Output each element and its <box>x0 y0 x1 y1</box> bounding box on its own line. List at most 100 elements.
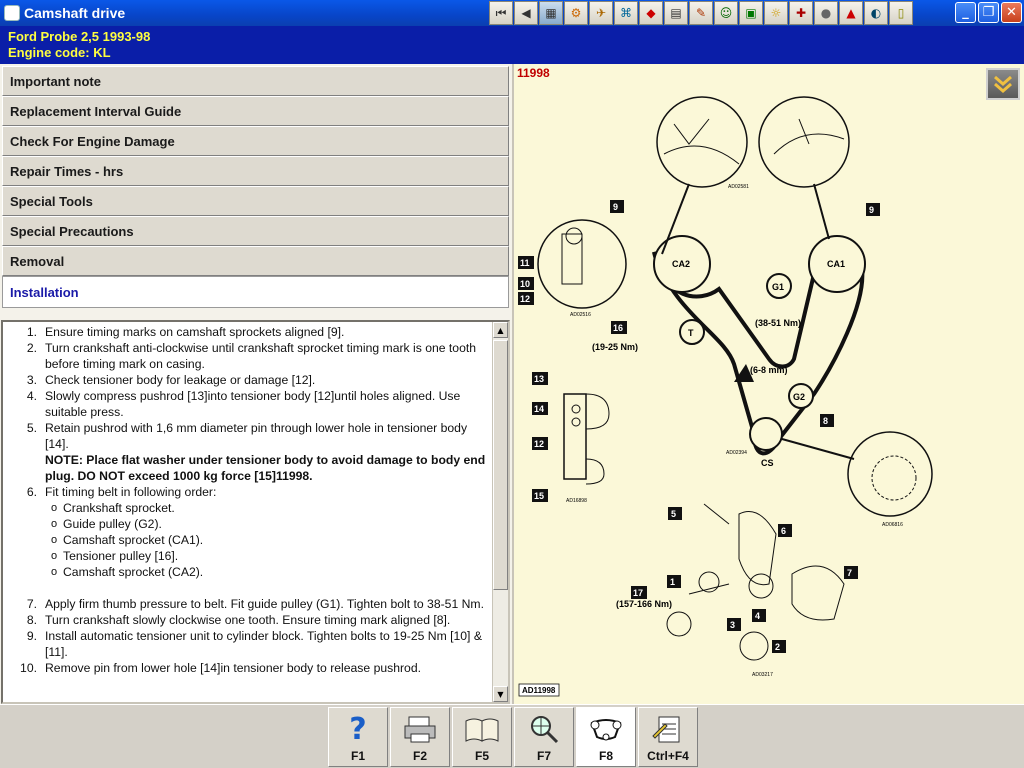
left-pane: Important note Replacement Interval Guid… <box>0 64 512 704</box>
step-number: 5. <box>26 421 37 435</box>
nav-repair-times[interactable]: Repair Times - hrs <box>2 156 509 186</box>
svg-text:3: 3 <box>730 620 735 630</box>
sprocket-label-ca1: CA1 <box>827 259 845 269</box>
ref-label: AD02581 <box>728 184 749 190</box>
magnifier-icon <box>524 711 564 747</box>
step-item: 6. Fit timing belt in following order: <box>3 484 491 500</box>
callout-8: 8 <box>820 414 834 427</box>
callout-2: 2 <box>772 640 786 653</box>
pulley-label-g2: G2 <box>793 392 805 402</box>
diagram-footer-id: AD11998 <box>522 686 556 695</box>
nav-installation[interactable]: Installation <box>2 276 509 308</box>
callout-7: 7 <box>844 566 858 579</box>
ref-label: AD06816 <box>882 522 903 528</box>
instructions-panel: 1. Ensure timing marks on camshaft sprock… <box>1 320 510 704</box>
notes-button[interactable]: Ctrl+F4 <box>638 707 698 767</box>
notepad-icon <box>648 711 688 747</box>
print-button[interactable]: F2 <box>390 707 450 767</box>
tools-icon[interactable]: ✈ <box>589 1 613 25</box>
step-number: 4. <box>26 389 37 403</box>
app-icon <box>4 5 20 21</box>
callout-6: 6 <box>778 524 792 537</box>
ref-label: AD16898 <box>566 498 587 504</box>
nav-check-engine-damage[interactable]: Check For Engine Damage <box>2 126 509 156</box>
lamp-icon[interactable]: ☼ <box>764 1 788 25</box>
nav-removal[interactable]: Removal <box>2 246 509 276</box>
nav-special-tools[interactable]: Special Tools <box>2 186 509 216</box>
chevron-down-icon <box>994 75 1012 93</box>
help-icon: ? <box>349 711 367 747</box>
step-text: Retain pushrod with 1,6 mm diameter pin … <box>45 421 468 451</box>
network-icon[interactable]: ▣ <box>739 1 763 25</box>
svg-text:14: 14 <box>534 404 544 414</box>
svg-text:13: 13 <box>534 374 544 384</box>
nav-special-precautions[interactable]: Special Precautions <box>2 216 509 246</box>
sprocket-label-ca2: CA2 <box>672 259 690 269</box>
callout-11: 11 <box>518 256 534 269</box>
sub-bullet: o Tensioner pulley [16]. <box>3 548 491 564</box>
callout-1: 1 <box>667 575 681 588</box>
close-button[interactable]: ✕ <box>1001 2 1022 23</box>
previous-icon[interactable]: ◀ <box>514 1 538 25</box>
wrench-icon[interactable]: ● <box>814 1 838 25</box>
book-icon <box>462 711 502 747</box>
svg-text:5: 5 <box>671 509 676 519</box>
diagram-id: 11998 <box>517 66 550 80</box>
step-item: 5. Retain pushrod with 1,6 mm diameter pi… <box>3 420 491 484</box>
svg-text:12: 12 <box>534 439 544 449</box>
diagram-icon[interactable]: ▦ <box>539 1 563 25</box>
pen-icon[interactable]: ✎ <box>689 1 713 25</box>
callout-10: 10 <box>518 277 534 290</box>
callout-9a: 9 <box>610 200 624 213</box>
collapse-button[interactable] <box>986 68 1020 100</box>
svg-text:9: 9 <box>613 202 618 212</box>
gap-label-g2: (6-8 mm) <box>750 365 788 375</box>
help-button[interactable]: ? F1 <box>328 707 388 767</box>
minimize-button[interactable]: _ <box>955 2 976 23</box>
callout-9b: 9 <box>866 203 880 216</box>
vehicle-icon[interactable]: ◆ <box>639 1 663 25</box>
repair-icon[interactable]: ▤ <box>664 1 688 25</box>
application-window: Camshaft drive ⏮ ◀ ▦ ⚙ ✈ ⌘ ◆ ▤ ✎ ☺ ▣ ☼ ✚… <box>0 0 1024 768</box>
vertical-scrollbar[interactable]: ▲ ▼ <box>492 322 508 702</box>
engine-icon[interactable]: ⚙ <box>564 1 588 25</box>
maximize-button[interactable]: ❐ <box>978 2 999 23</box>
scroll-thumb[interactable] <box>493 340 508 590</box>
fkey-label: F1 <box>350 749 365 763</box>
torque-label-g1: (38-51 Nm) <box>755 318 801 328</box>
svg-text:1: 1 <box>670 577 675 587</box>
people-icon[interactable]: ☺ <box>714 1 738 25</box>
callout-5: 5 <box>668 507 682 520</box>
bullet-marker: o <box>50 518 58 530</box>
nav-replacement-interval-guide[interactable]: Replacement Interval Guide <box>2 96 509 126</box>
settings-icon[interactable]: ✚ <box>789 1 813 25</box>
step-item: 2. Turn crankshaft anti-clockwise until c… <box>3 340 491 372</box>
document-icon[interactable]: ▯ <box>889 1 913 25</box>
sub-bullet: o Camshaft sprocket (CA2). <box>3 564 491 580</box>
manual-button[interactable]: F5 <box>452 707 512 767</box>
step-text: Apply firm thumb pressure to belt. Fit g… <box>45 597 484 611</box>
vehicle-model: Ford Probe 2,5 1993-98 <box>8 29 151 44</box>
sub-bullet: o Camshaft sprocket (CA1). <box>3 532 491 548</box>
step-text: Slowly compress pushrod [13]into tension… <box>45 389 461 419</box>
scroll-down-button[interactable]: ▼ <box>493 686 508 702</box>
gauge-icon[interactable]: ◐ <box>864 1 888 25</box>
svg-text:6: 6 <box>781 526 786 536</box>
step-number: 8. <box>26 613 37 627</box>
step-number: 1. <box>26 325 37 339</box>
zoom-button[interactable]: F7 <box>514 707 574 767</box>
first-page-icon[interactable]: ⏮ <box>489 1 513 25</box>
sub-bullet-text: Guide pulley (G2). <box>63 517 162 531</box>
nav-important-note[interactable]: Important note <box>2 66 509 96</box>
step-item: 1. Ensure timing marks on camshaft sprock… <box>3 324 491 340</box>
diagram-button[interactable]: F8 <box>576 707 636 767</box>
scroll-up-button[interactable]: ▲ <box>493 322 508 338</box>
wiring-icon[interactable]: ⌘ <box>614 1 638 25</box>
svg-text:17: 17 <box>633 588 643 598</box>
ref-label: AD02516 <box>570 312 591 318</box>
warning-icon[interactable]: ▲ <box>839 1 863 25</box>
window-controls: _ ❐ ✕ <box>955 2 1022 23</box>
callout-16: 16 <box>611 321 627 334</box>
step-number: 2. <box>26 341 37 355</box>
function-key-bar: ? F1 F2 F5 F7 F8 Ctrl+F4 <box>0 704 1024 768</box>
